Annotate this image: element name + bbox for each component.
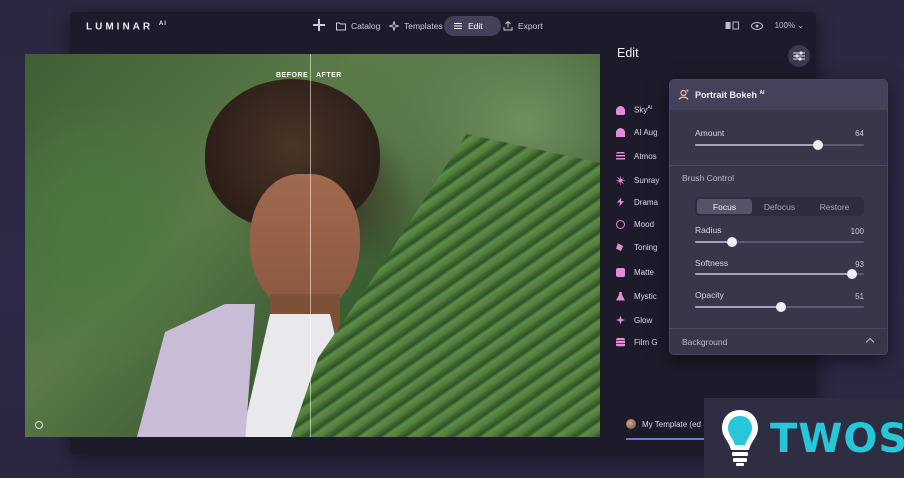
tool-mystical[interactable]: Mystic [616, 289, 676, 303]
softness-slider-thumb[interactable] [847, 269, 858, 279]
panel-title: Edit [617, 46, 639, 60]
mode-restore-button[interactable]: Restore [807, 199, 862, 214]
photo-subject-face [250, 174, 360, 314]
amount-slider[interactable] [695, 140, 864, 150]
before-after-divider[interactable] [310, 54, 311, 437]
before-label: BEFORE [276, 72, 309, 79]
after-label: AFTER [316, 72, 342, 79]
brush-control-label: Brush Control [682, 173, 734, 183]
radius-label: Radius [695, 225, 722, 235]
view-controls: 100% ⌄ [725, 21, 804, 30]
adjustments-button[interactable] [788, 45, 810, 67]
film-icon [616, 337, 625, 347]
tool-toning[interactable]: Toning [616, 240, 676, 254]
tool-drama[interactable]: Drama [616, 195, 676, 209]
flask-icon [616, 291, 625, 301]
softness-label: Softness [695, 258, 729, 268]
export-button[interactable]: Export [494, 16, 552, 36]
softness-slider[interactable] [695, 269, 864, 279]
divider [670, 328, 887, 329]
divider [670, 165, 887, 166]
portrait-icon [678, 89, 689, 100]
tool-matte[interactable]: Matte [616, 265, 676, 279]
brush-mode-segmented-control: Focus Defocus Restore [695, 197, 864, 216]
template-underline [626, 438, 706, 440]
softness-slider-fill [695, 273, 853, 275]
opacity-slider[interactable] [695, 302, 864, 312]
amount-value: 64 [855, 129, 864, 138]
templates-button[interactable]: Templates [380, 16, 452, 36]
export-icon [503, 21, 513, 31]
radius-value: 100 [850, 227, 864, 236]
bucket-icon [616, 243, 624, 252]
watermark-text: TWOS [770, 416, 904, 462]
eye-icon[interactable] [750, 21, 763, 30]
sliders-icon [793, 51, 805, 61]
top-toolbar: LUMINAR AI Catalog Templates Edit Export… [70, 12, 816, 42]
edit-tab-button[interactable]: Edit [444, 16, 502, 36]
mood-icon [616, 219, 625, 229]
radius-slider-thumb[interactable] [727, 237, 738, 247]
lightbulb-logo-icon [722, 410, 758, 466]
zoom-level[interactable]: 100% ⌄ [775, 21, 804, 30]
tool-film-grain[interactable]: Film G [616, 335, 676, 349]
tool-sunrays[interactable]: Sunray [616, 173, 676, 187]
cloud-icon [616, 105, 625, 115]
haze-icon [616, 151, 625, 161]
add-plus-icon[interactable] [313, 19, 325, 31]
glow-sparkle-icon [616, 315, 625, 325]
sliders-icon [454, 23, 462, 29]
template-selector[interactable]: My Template (ed [626, 419, 706, 429]
opacity-label: Opacity [695, 290, 724, 300]
lightning-icon [616, 197, 625, 207]
opacity-value: 51 [855, 292, 864, 301]
watermark: TWOS [704, 398, 904, 478]
app-logo: LUMINAR AI [86, 21, 167, 33]
tool-ai-augmented-sky[interactable]: AI Aug [616, 125, 676, 139]
opacity-slider-fill [695, 306, 782, 308]
square-icon [616, 267, 625, 277]
folder-icon [336, 22, 346, 31]
amount-slider-thumb[interactable] [813, 140, 824, 150]
tool-mood[interactable]: Mood [616, 217, 676, 231]
amount-label: Amount [695, 128, 725, 138]
chevron-up-icon[interactable] [865, 337, 875, 347]
amount-slider-fill [695, 144, 819, 146]
tool-sky[interactable]: SkyAI [616, 103, 676, 117]
softness-value: 93 [855, 260, 864, 269]
radius-slider[interactable] [695, 237, 864, 247]
sparkle-icon [389, 21, 399, 31]
opacity-slider-thumb[interactable] [776, 302, 787, 312]
compare-view-icon[interactable] [725, 21, 739, 30]
copyright-icon [35, 421, 43, 429]
bokeh-title: Portrait Bokeh AI [695, 90, 765, 100]
dome-icon [616, 127, 625, 137]
photo-canvas[interactable]: BEFORE AFTER [25, 54, 600, 437]
sun-icon [616, 175, 625, 185]
portrait-bokeh-panel: Portrait Bokeh AI Amount 64 Brush Contro… [669, 79, 888, 355]
template-thumbnail [626, 419, 636, 429]
tool-glow[interactable]: Glow [616, 313, 676, 327]
mode-defocus-button[interactable]: Defocus [752, 199, 807, 214]
mode-focus-button[interactable]: Focus [697, 199, 752, 214]
background-section-label[interactable]: Background [682, 337, 727, 347]
bokeh-header[interactable]: Portrait Bokeh AI [670, 80, 887, 110]
tool-atmosphere[interactable]: Atmos [616, 149, 676, 163]
